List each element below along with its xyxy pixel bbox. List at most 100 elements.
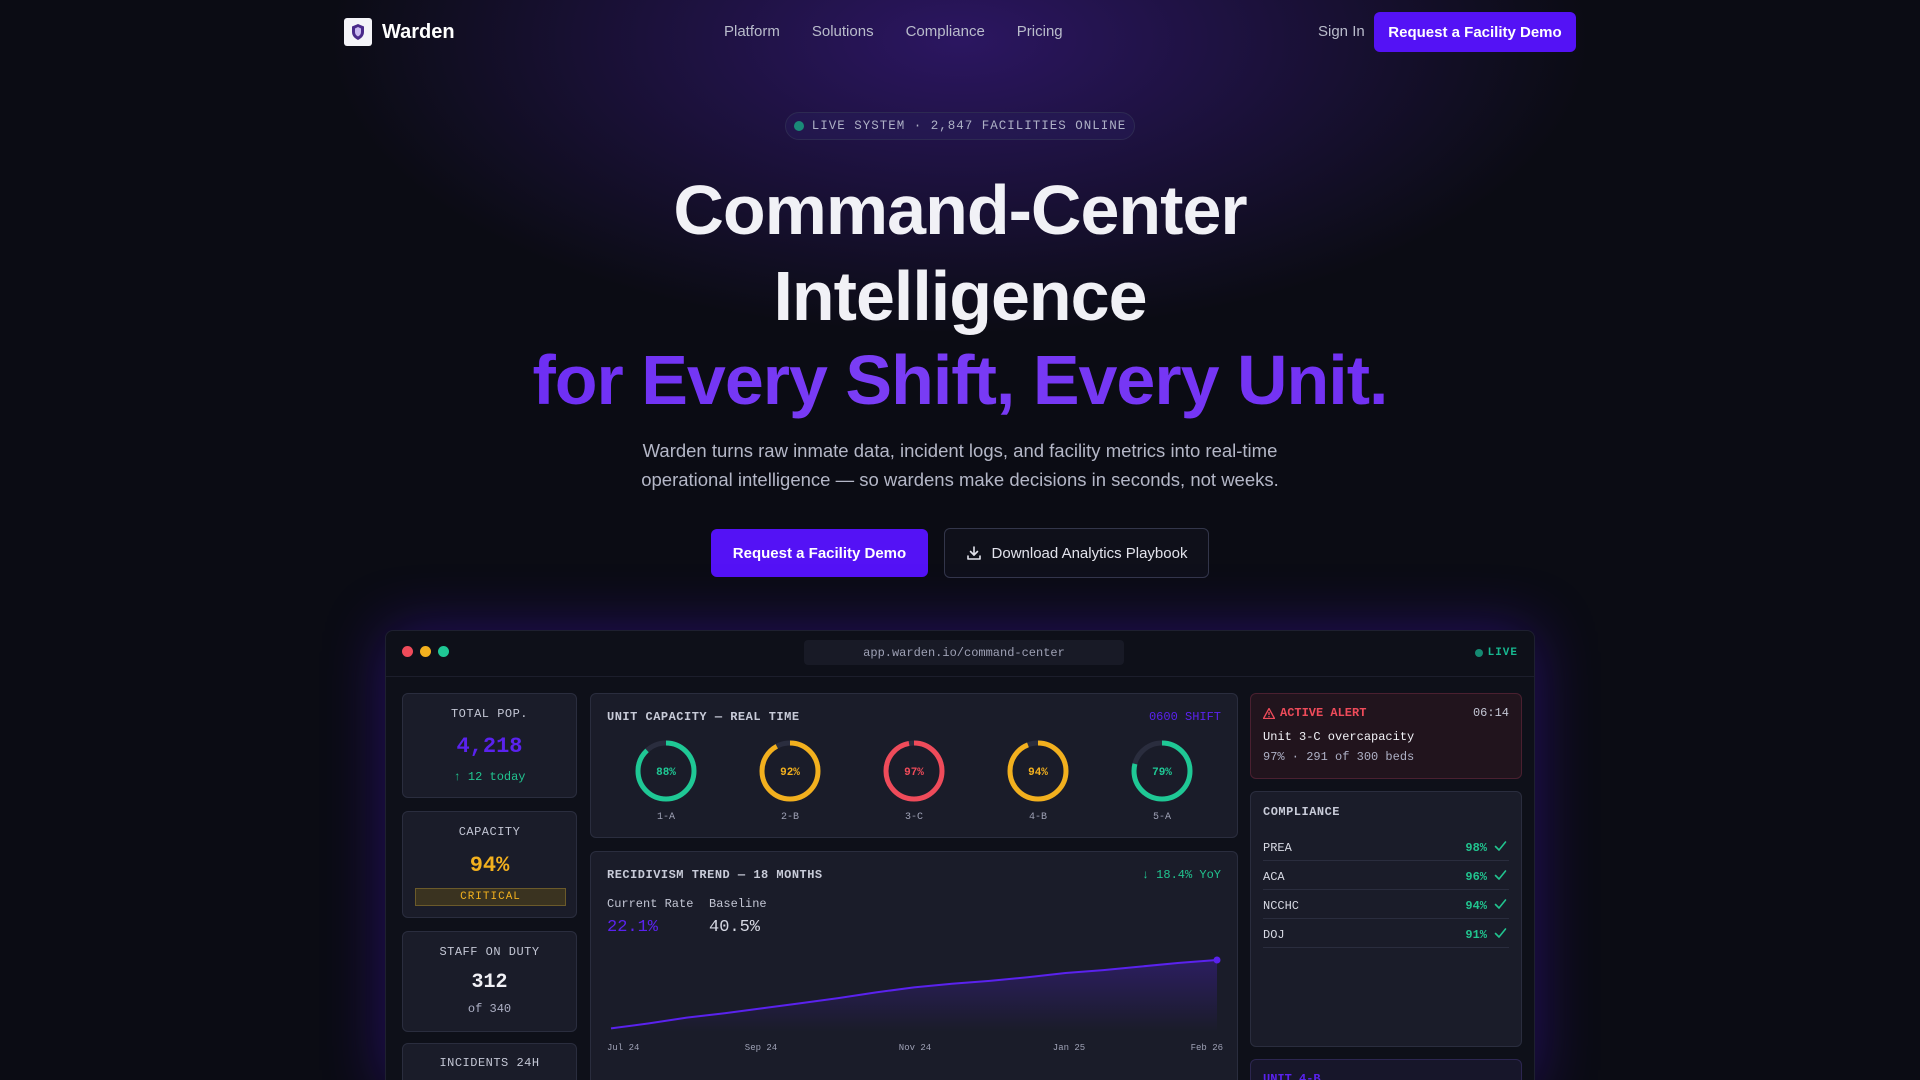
live-text: LIVE xyxy=(1487,647,1518,659)
ring-percent: 97% xyxy=(904,767,924,779)
stat-value: 312 xyxy=(471,971,508,994)
window-titlebar: app.warden.io/command-center LIVE xyxy=(386,631,1534,677)
alert-detail: 97% · 291 of 300 beds xyxy=(1263,750,1415,764)
unit-card[interactable]: UNIT 4-B xyxy=(1250,1059,1522,1080)
recidivism-panel: RECIDIVISM TREND — 18 MONTHS ↓ 18.4% YoY… xyxy=(590,851,1238,1080)
unit-ring-1-A[interactable]: 88% 1-A xyxy=(633,738,699,823)
unit-ring-2-B[interactable]: 92% 2-B xyxy=(757,738,823,823)
stat-label: INCIDENTS 24H xyxy=(439,1056,540,1070)
brand-name: Warden xyxy=(382,20,455,43)
compliance-row-doj[interactable]: DOJ 91% xyxy=(1263,919,1509,948)
badge-text: LIVE SYSTEM · 2,847 FACILITIES ONLINE xyxy=(811,119,1127,133)
capacity-ring-gauge: 92% xyxy=(759,740,821,802)
download-playbook-label: Download Analytics Playbook xyxy=(991,544,1188,562)
ring-unit-label: 1-A xyxy=(656,812,675,823)
stat-card-capacity[interactable]: CAPACITY 94% CRITICAL xyxy=(402,811,577,918)
x-tick-label: Jul 24 xyxy=(607,1043,639,1053)
live-indicator: LIVE xyxy=(1474,647,1518,659)
live-dot-icon xyxy=(1474,649,1483,657)
trend-point xyxy=(1213,956,1221,964)
nav-demo-button[interactable]: Request a Facility Demo xyxy=(1374,12,1576,52)
ring-percent: 94% xyxy=(1028,767,1048,779)
capacity-ring-gauge: 97% xyxy=(883,740,945,802)
x-tick-label: Nov 24 xyxy=(899,1043,931,1053)
compliance-score: 91% xyxy=(1465,928,1487,942)
trend-area xyxy=(611,960,1217,1032)
current-rate-label: Current Rate xyxy=(607,897,694,911)
stat-card-staff[interactable]: STAFF ON DUTY 312 of 340 xyxy=(402,931,577,1032)
check-icon xyxy=(1494,928,1507,938)
nav-link-compliance[interactable]: Compliance xyxy=(906,23,985,40)
check-icon xyxy=(1494,841,1507,851)
shift-label[interactable]: 0600 SHIFT xyxy=(1149,710,1221,724)
hero-subtitle-line-1: Warden turns raw inmate data, incident l… xyxy=(642,440,1278,461)
nav-links: Platform Solutions Compliance Pricing xyxy=(724,23,1063,40)
minimize-dot-icon[interactable] xyxy=(420,646,431,657)
capacity-ring-gauge: 88% xyxy=(635,740,697,802)
unit-capacity-panel: UNIT CAPACITY — REAL TIME 0600 SHIFT 88%… xyxy=(590,693,1238,838)
sign-in-link[interactable]: Sign In xyxy=(1318,23,1365,40)
recidivism-title: RECIDIVISM TREND — 18 MONTHS xyxy=(607,868,823,882)
compliance-row-ncchc[interactable]: NCCHC 94% xyxy=(1263,890,1509,919)
alert-header: ACTIVE ALERT xyxy=(1263,706,1366,720)
check-icon xyxy=(1494,870,1507,880)
compliance-row-prea[interactable]: PREA 98% xyxy=(1263,832,1509,861)
baseline-value: 40.5% xyxy=(709,918,761,937)
x-tick-label: Sep 24 xyxy=(745,1043,777,1053)
ring-unit-label: 5-A xyxy=(1152,812,1171,823)
nav-link-platform[interactable]: Platform xyxy=(724,23,780,40)
shield-logo-icon xyxy=(344,18,372,46)
download-playbook-button[interactable]: Download Analytics Playbook xyxy=(944,528,1209,578)
stat-value: 4,218 xyxy=(456,734,523,759)
top-nav: Warden Platform Solutions Compliance Pri… xyxy=(0,0,1920,64)
unit-ring-4-B[interactable]: 94% 4-B xyxy=(1005,738,1071,823)
live-status-badge: LIVE SYSTEM · 2,847 FACILITIES ONLINE xyxy=(785,112,1135,140)
compliance-title: COMPLIANCE xyxy=(1263,805,1341,819)
stat-note: ↑ 12 today xyxy=(453,770,526,784)
ring-percent: 88% xyxy=(656,767,676,779)
alert-time: 06:14 xyxy=(1472,706,1509,720)
active-alert-card[interactable]: ACTIVE ALERT 06:14 Unit 3-C overcapacity… xyxy=(1250,693,1522,779)
ring-unit-label: 4-B xyxy=(1028,812,1047,823)
stat-card-incidents[interactable]: INCIDENTS 24H xyxy=(402,1043,577,1080)
unit-ring-3-C[interactable]: 97% 3-C xyxy=(881,738,947,823)
yoy-change: ↓ 18.4% YoY xyxy=(1141,868,1221,882)
alert-headline: Unit 3-C overcapacity xyxy=(1263,730,1415,744)
compliance-standard: NCCHC xyxy=(1263,899,1300,913)
unit-tag: UNIT 4-B xyxy=(1263,1072,1321,1080)
compliance-row-aca[interactable]: ACA 96% xyxy=(1263,861,1509,890)
url-bar[interactable]: app.warden.io/command-center xyxy=(804,640,1124,665)
alert-title: ACTIVE ALERT xyxy=(1280,706,1367,720)
x-tick-label: Feb 26 xyxy=(1191,1043,1223,1053)
stat-label: STAFF ON DUTY xyxy=(439,945,540,959)
stat-label: CAPACITY xyxy=(458,825,521,839)
download-icon xyxy=(966,546,981,560)
baseline-label: Baseline xyxy=(709,897,767,911)
current-rate-value: 22.1% xyxy=(607,918,659,937)
unit-capacity-title: UNIT CAPACITY — REAL TIME xyxy=(607,710,800,724)
compliance-standard: ACA xyxy=(1263,870,1285,884)
close-dot-icon[interactable] xyxy=(402,646,413,657)
stat-card-total-pop[interactable]: TOTAL POP. 4,218 ↑ 12 today xyxy=(402,693,577,798)
request-demo-button[interactable]: Request a Facility Demo xyxy=(711,529,928,577)
unit-ring-5-A[interactable]: 79% 5-A xyxy=(1129,738,1195,823)
stat-label: TOTAL POP. xyxy=(450,707,528,721)
nav-link-solutions[interactable]: Solutions xyxy=(812,23,874,40)
nav-link-pricing[interactable]: Pricing xyxy=(1017,23,1063,40)
capacity-ring-gauge: 94% xyxy=(1007,740,1069,802)
ring-unit-label: 2-B xyxy=(780,812,799,823)
hero-title-line-2: Intelligence xyxy=(773,257,1147,335)
hero-title-line-1: Command-Center xyxy=(673,171,1247,249)
ring-unit-label: 3-C xyxy=(904,812,923,823)
compliance-score: 96% xyxy=(1465,870,1487,884)
compliance-score: 94% xyxy=(1465,899,1487,913)
live-dot-icon xyxy=(793,121,804,131)
brand-logo[interactable]: Warden xyxy=(344,18,455,46)
warning-icon xyxy=(1263,707,1275,719)
ring-percent: 79% xyxy=(1152,767,1172,779)
stat-note: of 340 xyxy=(467,1002,512,1016)
compliance-standard: DOJ xyxy=(1263,928,1285,942)
hero-title-line-3: for Every Shift, Every Unit. xyxy=(0,340,1920,420)
compliance-score: 98% xyxy=(1465,841,1487,855)
maximize-dot-icon[interactable] xyxy=(438,646,449,657)
